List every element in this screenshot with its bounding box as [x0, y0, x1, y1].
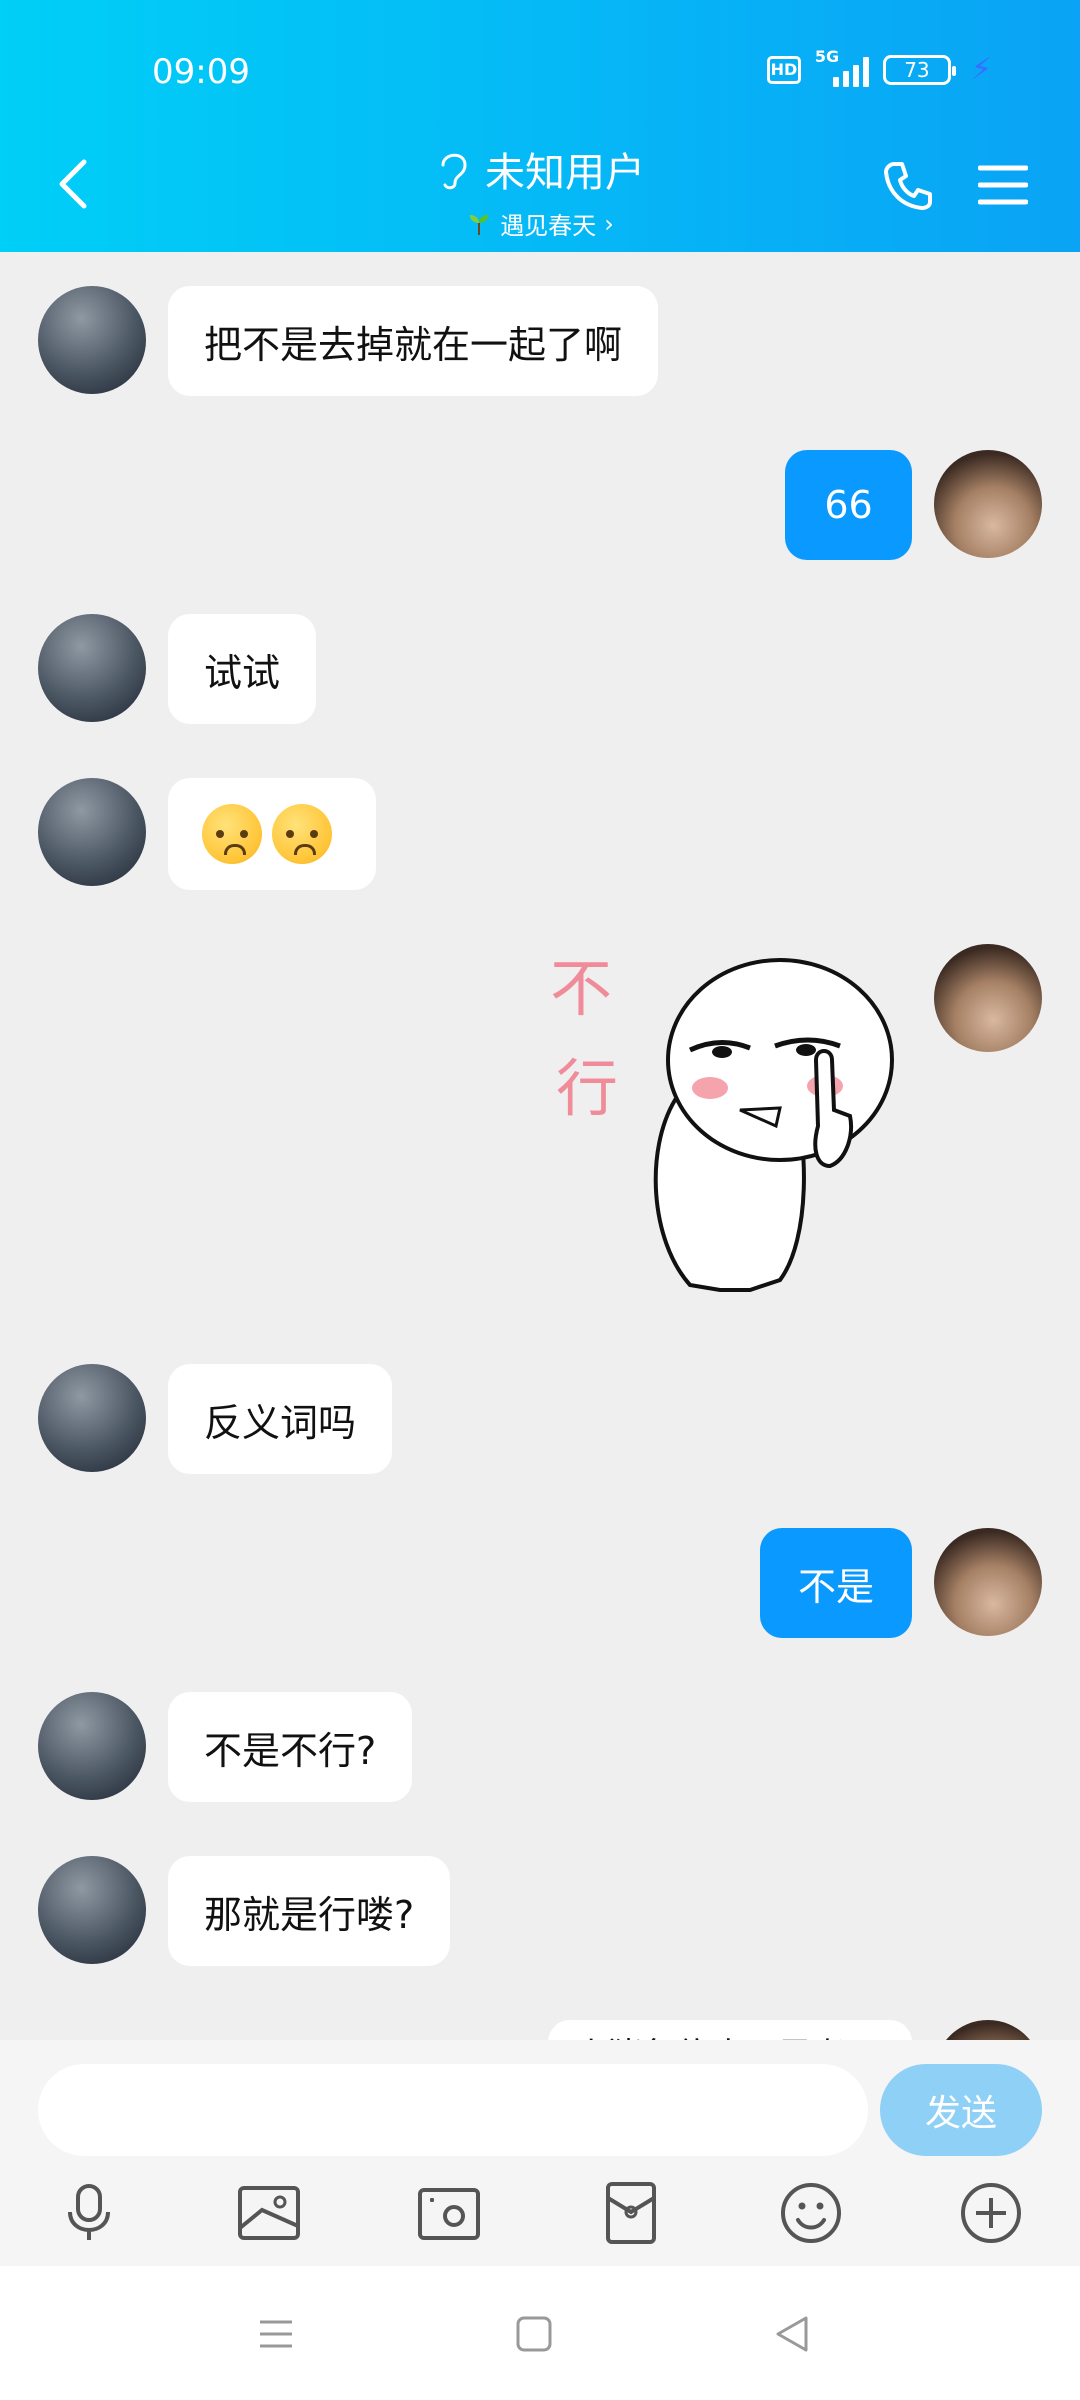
composer: 发送	[0, 2040, 1080, 2266]
message-bubble-out[interactable]: 不是	[760, 1528, 912, 1638]
message-bubble-in[interactable]: 把不是去掉就在一起了啊	[168, 286, 659, 396]
contact-avatar[interactable]	[38, 1364, 146, 1472]
battery-icon: 73	[882, 54, 956, 85]
message-bubble-out[interactable]: 66	[785, 450, 912, 560]
my-avatar-partial[interactable]	[934, 2020, 1042, 2040]
emoji-message-bubble[interactable]	[168, 778, 376, 890]
status-time: 09:09	[152, 52, 250, 92]
home-icon[interactable]	[512, 2312, 556, 2356]
hd-icon: HD	[766, 55, 801, 84]
menu-icon[interactable]	[978, 164, 1028, 206]
status-icons: HD 5G 73 ⚡	[766, 47, 992, 87]
message-bubble-out-partial[interactable]: 小猪急停止了思考	[548, 2020, 912, 2040]
chat-header: 09:09 HD 5G 73 ⚡ 未知用户 遇见春天 ›	[0, 0, 1080, 252]
worried-face-emoji-icon	[202, 804, 262, 864]
recent-apps-icon[interactable]	[254, 2312, 298, 2356]
sticker-caption: 行	[556, 1056, 618, 1124]
ear-icon	[441, 153, 467, 190]
message-bubble-in[interactable]: 不是不行?	[168, 1692, 413, 1802]
message-input[interactable]	[38, 2064, 868, 2156]
signal-icon: 5G	[815, 47, 869, 87]
my-avatar[interactable]	[934, 944, 1042, 1052]
contact-avatar[interactable]	[38, 614, 146, 722]
message-bubble-in[interactable]: 那就是行喽?	[168, 1856, 451, 1966]
contact-avatar[interactable]	[38, 1856, 146, 1964]
my-avatar[interactable]	[934, 450, 1042, 558]
charging-icon: ⚡	[970, 52, 992, 87]
chat-title[interactable]: 未知用户	[435, 140, 645, 198]
system-nav-bar	[0, 2266, 1080, 2400]
emoji-icon[interactable]	[776, 2178, 846, 2248]
worried-face-emoji-icon	[272, 804, 332, 864]
sticker-message[interactable]: 不 行	[550, 940, 910, 1310]
network-type-label: 5G	[814, 46, 840, 66]
sprout-icon	[470, 214, 489, 235]
my-avatar[interactable]	[934, 1528, 1042, 1636]
message-bubble-in[interactable]: 试试	[168, 614, 317, 724]
contact-name: 未知用户	[485, 150, 645, 196]
image-icon[interactable]	[234, 2178, 304, 2248]
plus-icon[interactable]	[956, 2178, 1026, 2248]
message-bubble-in[interactable]: 反义词吗	[168, 1364, 393, 1474]
send-button[interactable]: 发送	[880, 2064, 1042, 2156]
camera-icon[interactable]	[414, 2178, 484, 2248]
sticker-caption: 不	[550, 956, 612, 1024]
back-icon[interactable]	[770, 2312, 814, 2356]
subtitle-label: 遇见春天	[500, 212, 597, 240]
contact-avatar[interactable]	[38, 286, 146, 394]
chevron-right-icon: ›	[604, 209, 614, 238]
red-packet-icon[interactable]	[596, 2178, 666, 2248]
phone-call-icon[interactable]	[880, 158, 936, 214]
contact-avatar[interactable]	[38, 1692, 146, 1800]
contact-avatar[interactable]	[38, 778, 146, 886]
partial-message-text: 小猪急停止了思考	[548, 2020, 912, 2040]
status-subtitle[interactable]: 遇见春天 ›	[466, 206, 614, 241]
microphone-icon[interactable]	[54, 2178, 124, 2248]
